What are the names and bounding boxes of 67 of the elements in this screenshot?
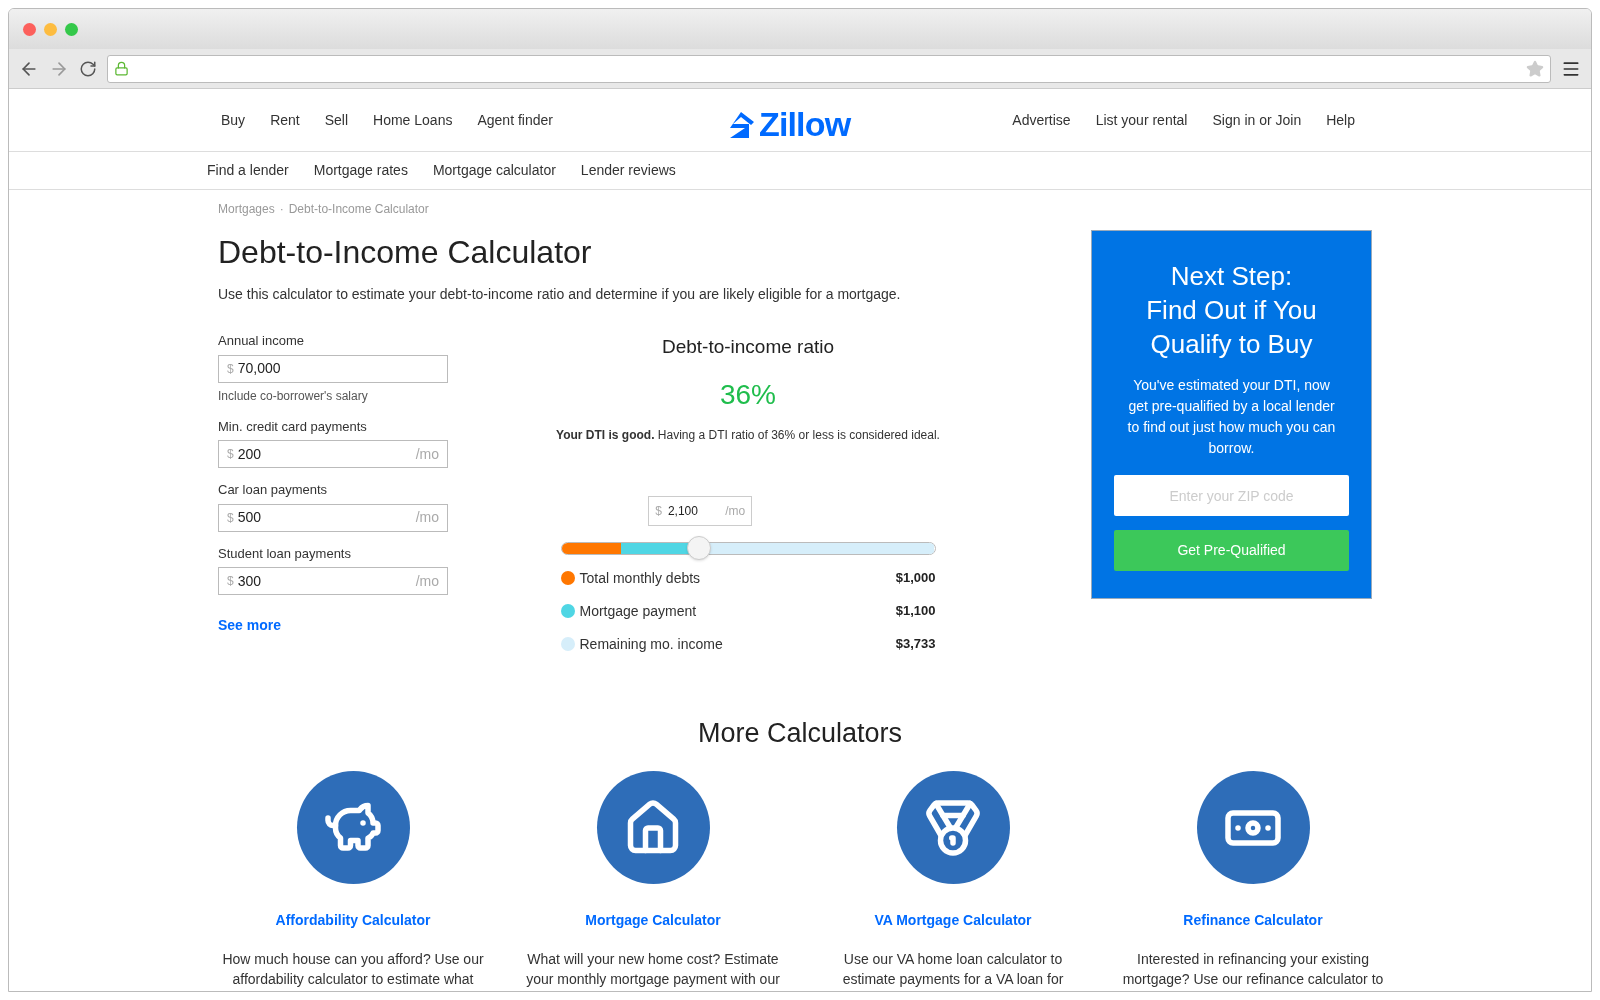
subnav-link[interactable]: Mortgage rates (313, 160, 408, 181)
promo-text: You've estimated your DTI, now get pre-qualified by a local lender to find out just how much you can borrow. (1126, 376, 1337, 458)
nav-link[interactable]: Buy (221, 109, 246, 131)
breadcrumb-separator: · (279, 201, 284, 218)
input-field[interactable]: $ 300 /mo (218, 567, 448, 595)
field-value: 300 (237, 571, 263, 591)
field-value: 500 (237, 508, 263, 527)
field-hint: Include co-borrower's salary (218, 387, 369, 405)
calculator-description: What will your new home cost? Estimate your monthly mortgage payment with our (526, 950, 780, 989)
reload-icon[interactable] (79, 59, 97, 78)
subnav-link[interactable]: Lender reviews (580, 160, 676, 181)
unit-label: /mo (415, 571, 439, 591)
calculator-link[interactable]: VA Mortgage Calculator (874, 910, 1032, 931)
nav-link[interactable]: Help (1326, 109, 1355, 131)
input-field[interactable]: $ 70,000 (218, 354, 448, 383)
address-bar[interactable] (107, 54, 1551, 83)
slider-value-box[interactable]: $ 2,100 /mo (648, 495, 753, 526)
nav-link[interactable]: Home Loans (373, 109, 453, 131)
nav-link[interactable]: Rent (270, 109, 300, 131)
currency-sign: $ (655, 502, 662, 520)
legend-amount: $1,000 (895, 569, 936, 588)
nav-link[interactable]: Sign in or Join (1212, 109, 1302, 131)
input-field[interactable]: $ 200 /mo (218, 440, 448, 468)
field-value: 70,000 (237, 359, 282, 378)
calculator-description: How much house can you afford? Use our affordability calculator to estimate what (222, 950, 484, 989)
logo-mark-icon (727, 109, 755, 140)
legend-label: Remaining mo. income (579, 634, 724, 654)
nav-link[interactable]: List your rental (1095, 109, 1188, 131)
slider-value: 2,100 (667, 502, 699, 520)
field-label: Min. credit card payments (218, 417, 368, 436)
subnav-link[interactable]: Mortgage calculator (432, 160, 556, 181)
ratio-value: 36% (719, 377, 776, 412)
legend-amount: $1,100 (895, 602, 936, 621)
currency-sign: $ (227, 573, 234, 590)
section-heading: More Calculators (696, 716, 904, 750)
page-title: Debt-to-Income Calculator (218, 233, 593, 272)
legend-label: Total monthly debts (579, 568, 702, 588)
calculator-link[interactable]: Refinance Calculator (1183, 910, 1323, 931)
star-icon[interactable] (1526, 59, 1544, 78)
slider-thumb[interactable] (687, 535, 712, 560)
intro-text: Use this calculator to estimate your debt-to-income ratio and determine if you are likely eligible for a mortgage. (218, 285, 902, 304)
nav-link[interactable]: Agent finder (477, 109, 553, 131)
currency-sign: $ (227, 360, 234, 378)
field-label: Annual income (218, 332, 305, 350)
subnav-link[interactable]: Find a lender (207, 160, 289, 181)
legend-label: Mortgage payment (579, 601, 698, 621)
ratio-heading: Debt-to-income ratio (661, 335, 835, 359)
calculator-description: Use our VA home loan calculator to estimate payments for a VA loan for (842, 950, 1064, 989)
field-value: 200 (237, 444, 263, 464)
unit-label: /mo (725, 502, 746, 520)
input-field[interactable]: $ 500 /mo (218, 503, 448, 532)
calculator-description: Interested in refinancing your existing mortgage? Use our refinance calculator to (1122, 950, 1384, 989)
field-label: Student loan payments (218, 544, 352, 563)
promo-title: Next Step: Find Out if You Qualify to Buy (1146, 260, 1317, 361)
unit-label: /mo (415, 444, 439, 464)
legend-amount: $3,733 (895, 635, 936, 654)
see-more-link[interactable]: See more (218, 615, 478, 636)
calculator-link[interactable]: Mortgage Calculator (585, 910, 721, 931)
calculator-link[interactable]: Affordability Calculator (275, 910, 431, 931)
zillow-logo[interactable]: Zillow (727, 99, 851, 150)
unit-label: /mo (415, 508, 439, 527)
nav-link[interactable]: Advertise (1012, 109, 1071, 131)
currency-sign: $ (227, 446, 234, 463)
field-label: Car loan payments (218, 481, 329, 499)
currency-sign: $ (227, 509, 234, 527)
nav-link[interactable]: Sell (324, 109, 349, 131)
ratio-message: Your DTI is good. Having a DTI ratio of 36% or less is considered ideal. (556, 426, 940, 444)
